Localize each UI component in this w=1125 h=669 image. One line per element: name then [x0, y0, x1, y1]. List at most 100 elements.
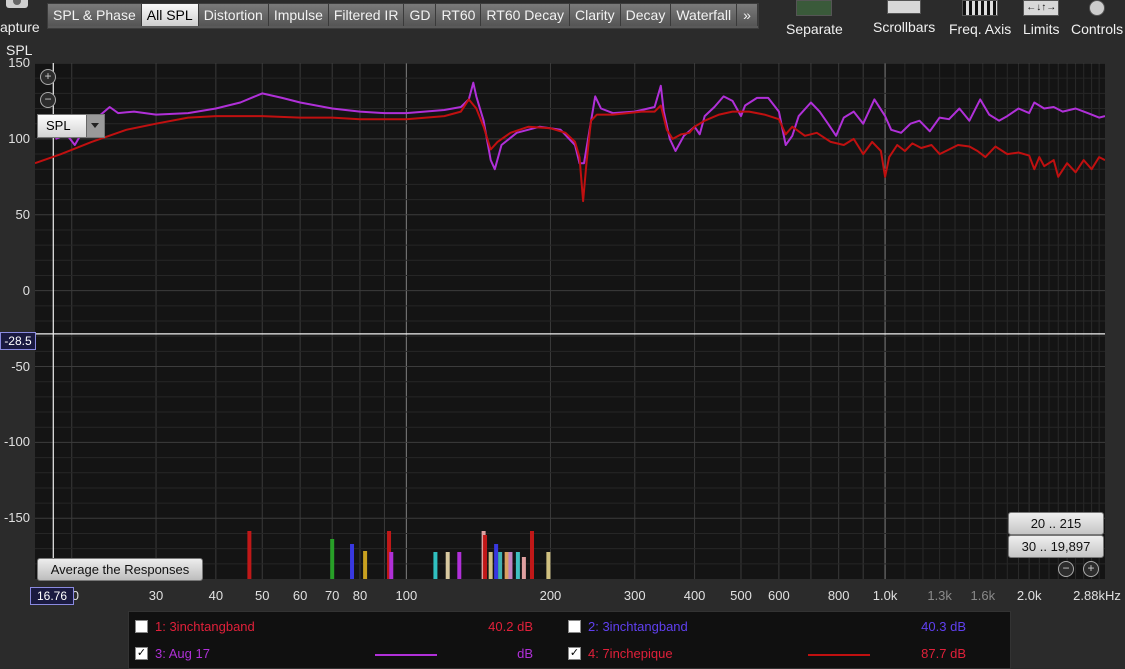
legend-item: ✓ 3: Aug 17 dB — [129, 642, 569, 664]
legend-checkbox[interactable] — [135, 620, 148, 633]
x-tick-label: 80 — [352, 588, 368, 603]
x-tick-label: 1.0k — [872, 588, 898, 603]
y-tick-label: -50 — [11, 358, 30, 374]
tab-distortion[interactable]: Distortion — [198, 4, 269, 26]
peak-marker — [529, 531, 534, 579]
peak-marker — [546, 552, 551, 579]
x-tick-label: 200 — [539, 588, 562, 603]
y-tick-label: 0 — [22, 282, 30, 298]
x-tick-label: 2.0k — [1016, 588, 1042, 603]
peak-marker — [508, 552, 513, 579]
tab-decay[interactable]: Decay — [620, 4, 672, 26]
peak-marker — [504, 552, 509, 579]
x-tick-label: 70 — [324, 588, 340, 603]
legend-name: 4: 7inchepique — [588, 646, 673, 661]
y-tick-label: 50 — [15, 206, 30, 222]
legend-item: 2: 3inchtangband 40.3 dB — [562, 615, 1002, 637]
peak-marker — [498, 552, 503, 579]
zoom-in-icon[interactable]: + — [40, 69, 56, 85]
peak-marker — [350, 544, 355, 579]
peak-marker — [457, 552, 462, 579]
legend-item: ✓ 4: 7inchepique 87.7 dB — [562, 642, 1002, 664]
peak-marker — [247, 531, 252, 579]
capture-label: apture — [0, 19, 40, 35]
x-tick-label: 30 — [148, 588, 164, 603]
average-responses-button[interactable]: Average the Responses — [37, 558, 203, 581]
legend-checkbox[interactable]: ✓ — [568, 647, 581, 660]
more-tabs-button[interactable]: » — [737, 4, 758, 26]
controls-label: Controls — [1071, 21, 1124, 37]
y-tick-label: 150 — [8, 55, 30, 70]
freq-axis-label: Freq. Axis — [949, 21, 1012, 37]
tab-waterfall[interactable]: Waterfall — [671, 4, 738, 26]
arrows-icon: ←↓↑→ — [1023, 0, 1060, 16]
x-tick-label: 60 — [292, 588, 308, 603]
legend-checkbox[interactable] — [568, 620, 581, 633]
legend-line — [808, 654, 870, 656]
freq-axis-icon — [962, 0, 999, 16]
separate-icon — [796, 0, 833, 16]
tab-impulse[interactable]: Impulse — [268, 4, 329, 26]
zoom-out-icon[interactable]: − — [1058, 561, 1074, 577]
peak-marker — [521, 557, 526, 579]
legend-name: 2: 3inchtangband — [588, 619, 688, 634]
peak-marker — [483, 535, 488, 579]
x-tick-label: 2.88kHz — [1073, 588, 1121, 603]
tab-clarity[interactable]: Clarity — [569, 4, 621, 26]
spl-select-value: SPL — [46, 118, 71, 133]
x-tick-label: 40 — [208, 588, 224, 603]
zoom-in-icon[interactable]: + — [1083, 561, 1099, 577]
legend-checkbox[interactable]: ✓ — [135, 647, 148, 660]
spl-select[interactable]: SPL — [37, 114, 105, 138]
spl-graph[interactable] — [35, 63, 1105, 579]
legend-name: 1: 3inchtangband — [155, 619, 255, 634]
chevron-down-icon — [86, 115, 104, 137]
measurement-legend: 1: 3inchtangband 40.2 dB 2: 3inchtangban… — [128, 611, 1011, 669]
series-line — [35, 98, 1105, 203]
tab-bar: SPL & Phase All SPL Distortion Impulse Filte… — [47, 3, 759, 29]
scrollbars-label: Scrollbars — [873, 19, 936, 35]
legend-db: 40.2 dB — [488, 619, 533, 634]
y-tick-label: -100 — [3, 434, 30, 450]
legend-item: 1: 3inchtangband 40.2 dB — [129, 615, 569, 637]
x-tick-label: 400 — [683, 588, 706, 603]
x-tick-label: 1.3k — [927, 588, 952, 603]
legend-db: 87.7 dB — [921, 646, 966, 661]
spl-plot-svg — [35, 63, 1105, 579]
gear-icon — [1089, 0, 1106, 16]
separate-button[interactable]: Separate — [786, 0, 843, 37]
x-tick-label: 600 — [768, 588, 790, 603]
peak-marker — [389, 552, 394, 579]
legend-line — [375, 654, 437, 656]
tab-spl-phase[interactable]: SPL & Phase — [48, 4, 142, 26]
legend-db: 40.3 dB — [921, 619, 966, 634]
range-button-20-215[interactable]: 20 .. 215 — [1008, 512, 1104, 535]
x-tick-label: 1.6k — [970, 588, 996, 603]
y-tick-label: 100 — [8, 130, 30, 146]
x-tick-label: 800 — [827, 588, 850, 603]
peak-marker — [445, 552, 450, 579]
peak-marker — [515, 552, 520, 579]
controls-button[interactable]: Controls — [1071, 0, 1123, 37]
x-tick-label: 50 — [255, 588, 270, 603]
tab-all-spl[interactable]: All SPL — [141, 4, 199, 26]
tab-rt60-decay[interactable]: RT60 Decay — [481, 4, 570, 26]
tab-filtered-ir[interactable]: Filtered IR — [328, 4, 405, 26]
peak-marker — [433, 552, 438, 579]
peak-marker — [363, 551, 368, 579]
tab-gd[interactable]: GD — [404, 4, 437, 26]
y-tick-label: -150 — [3, 510, 30, 526]
limits-button[interactable]: ←↓↑→ Limits — [1023, 0, 1060, 37]
capture-button[interactable]: apture — [0, 0, 44, 40]
range-button-30-19897[interactable]: 30 .. 19,897 — [1008, 535, 1104, 558]
tab-rt60[interactable]: RT60 — [436, 4, 482, 26]
scrollbars-icon — [887, 0, 922, 14]
x-cursor-readout: 16.76 — [30, 587, 74, 605]
x-tick-label: 300 — [623, 588, 646, 603]
peak-marker — [488, 552, 493, 579]
scrollbars-button[interactable]: Scrollbars — [873, 0, 935, 35]
zoom-out-icon[interactable]: − — [40, 92, 56, 108]
x-tick-label: 100 — [395, 588, 418, 603]
separate-label: Separate — [786, 21, 843, 37]
freq-axis-button[interactable]: Freq. Axis — [949, 0, 1011, 37]
